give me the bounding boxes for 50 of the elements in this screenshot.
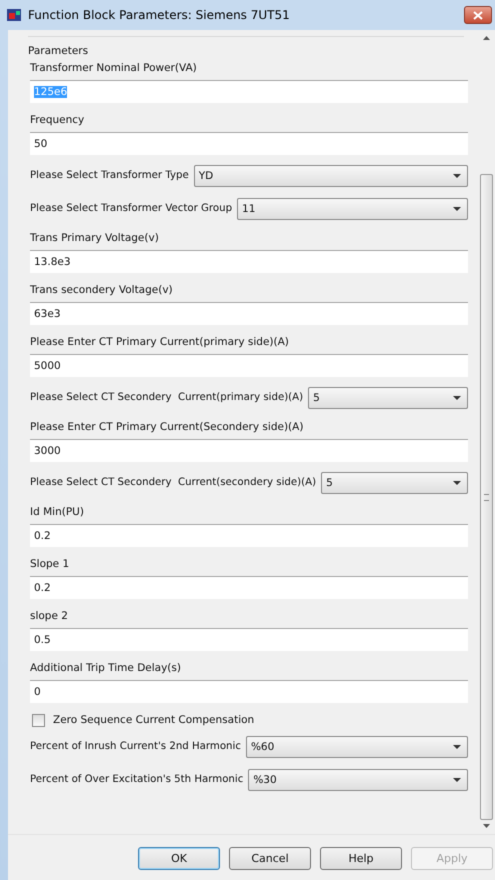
field-label: Transformer Nominal Power(VA) bbox=[30, 61, 198, 75]
dialog-button[interactable]: OK bbox=[138, 847, 220, 870]
caret-icon bbox=[453, 481, 461, 485]
field-label: Percent of Inrush Current's 2nd Harmonic bbox=[30, 740, 241, 754]
dialog-button[interactable]: Help bbox=[320, 847, 402, 870]
field-label: Trans Primary Voltage(v) bbox=[30, 231, 160, 245]
dropdown[interactable]: 5 bbox=[321, 472, 468, 494]
field-label: Please Select Transformer Vector Group bbox=[30, 202, 232, 216]
dropdown[interactable]: %60 bbox=[246, 736, 468, 758]
field-label: Please Select Transformer Type bbox=[30, 169, 189, 183]
input-field[interactable]: 0.2 bbox=[30, 576, 468, 599]
input-field[interactable]: 0.5 bbox=[30, 628, 468, 651]
input-field[interactable]: 63e3 bbox=[30, 302, 468, 325]
dialog-button[interactable]: Cancel bbox=[229, 847, 311, 870]
input-field[interactable]: 0.2 bbox=[30, 524, 468, 547]
dropdown[interactable]: %30 bbox=[248, 769, 468, 791]
dropdown[interactable]: 11 bbox=[237, 198, 468, 220]
scroll-thumb[interactable] bbox=[480, 174, 493, 820]
field-label: Trans secondery Voltage(v) bbox=[30, 283, 174, 297]
scroll-up-icon bbox=[483, 36, 490, 40]
checkbox-label: Zero Sequence Current Compensation bbox=[53, 713, 254, 727]
dropdown[interactable]: YD bbox=[194, 165, 468, 187]
caret-icon bbox=[453, 174, 461, 178]
caret-icon bbox=[453, 207, 461, 211]
field-label: slope 2 bbox=[30, 609, 69, 623]
field-label: Please Enter CT Primary Current(Secondery side)(A) bbox=[30, 420, 304, 434]
field-label: Please Select CT Secondery Current(secondery side)(A) bbox=[30, 476, 316, 490]
field-label: Slope 1 bbox=[30, 557, 70, 571]
input-field[interactable]: 13.8e3 bbox=[30, 250, 468, 273]
block-diagram-icon bbox=[6, 8, 22, 22]
caret-icon bbox=[453, 778, 461, 782]
group-title: Parameters bbox=[28, 45, 88, 57]
dropdown[interactable]: 5 bbox=[308, 387, 468, 409]
input-field[interactable]: 0 bbox=[30, 680, 468, 703]
input-field[interactable]: 3000 bbox=[30, 439, 468, 462]
field-label: Percent of Over Excitation's 5th Harmonic bbox=[30, 773, 244, 787]
field-label: Additional Trip Time Delay(s) bbox=[30, 661, 182, 675]
scroll-down-icon bbox=[483, 824, 490, 828]
window-title: Function Block Parameters: Siemens 7UT51 bbox=[28, 8, 290, 22]
close-icon bbox=[473, 10, 483, 20]
field-label: Id Min(PU) bbox=[30, 505, 85, 519]
caret-icon bbox=[453, 396, 461, 400]
field-label: Frequency bbox=[30, 113, 86, 127]
caret-icon bbox=[453, 745, 461, 749]
field-label: Please Select CT Secondery Current(primary side)(A) bbox=[30, 391, 304, 405]
close-button[interactable] bbox=[464, 6, 492, 24]
input-field[interactable]: 50 bbox=[30, 132, 468, 155]
checkbox[interactable] bbox=[32, 714, 45, 726]
input-field[interactable]: 5000 bbox=[30, 354, 468, 377]
field-label: Please Enter CT Primary Current(primary side)(A) bbox=[30, 335, 290, 349]
